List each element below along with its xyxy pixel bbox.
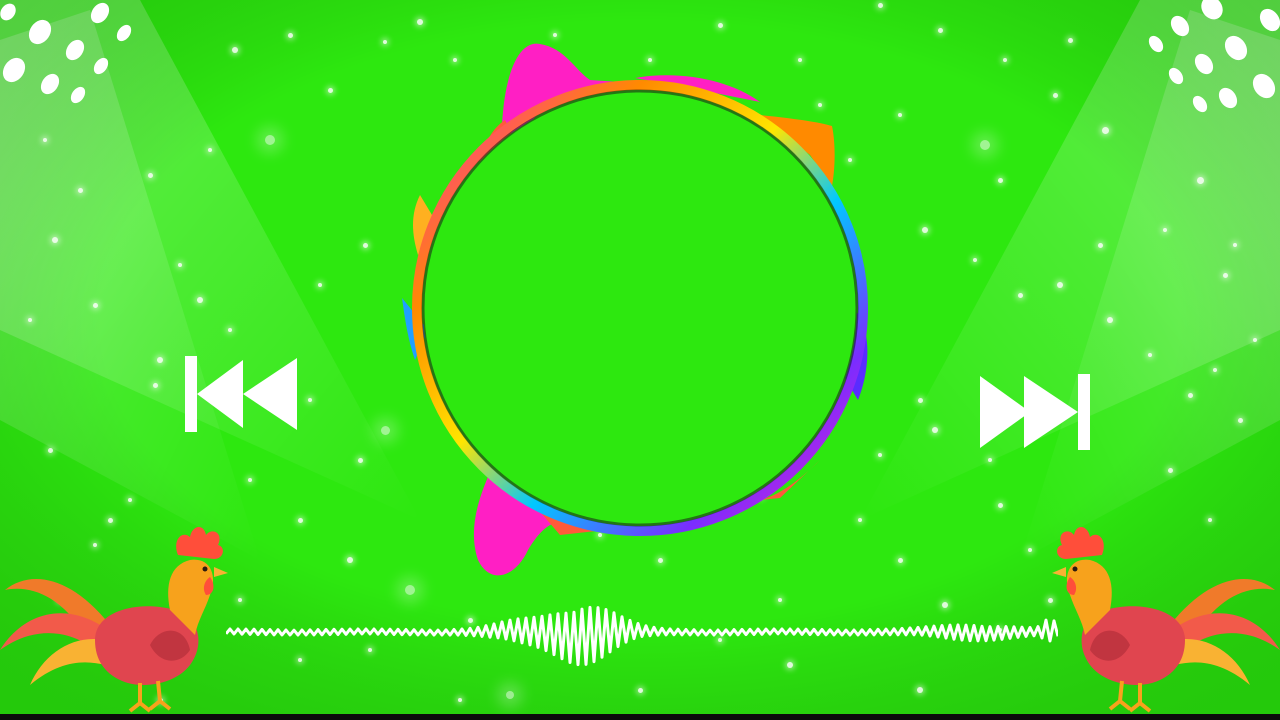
sparkle — [417, 19, 423, 25]
circular-audio-visualizer — [402, 43, 868, 576]
sparkle — [228, 328, 232, 332]
sparkle — [92, 302, 98, 308]
sparkle — [147, 172, 153, 178]
sparkle — [1107, 317, 1113, 323]
sparkle — [265, 135, 275, 145]
sparkle — [157, 357, 163, 363]
sparkle — [362, 242, 368, 248]
sparkle — [1167, 467, 1173, 473]
sparkle — [77, 187, 83, 193]
sparkle — [917, 687, 923, 693]
sparkle — [1222, 272, 1228, 278]
sparkle — [458, 698, 462, 702]
rewind-icon[interactable] — [185, 356, 300, 432]
sparkle — [997, 177, 1003, 183]
sparkle — [318, 283, 322, 287]
sparkle — [1052, 92, 1058, 98]
sparkle — [932, 427, 938, 433]
visualizer-center — [421, 89, 859, 527]
sparkle — [917, 397, 923, 403]
sparkle — [980, 140, 990, 150]
bottom-edge — [0, 714, 1280, 720]
music-visualizer-frame — [0, 0, 1280, 720]
sparkle — [1017, 292, 1023, 298]
sparkle — [52, 237, 58, 243]
sparkle — [208, 148, 212, 152]
sparkle — [357, 457, 363, 463]
sparkle — [327, 87, 333, 93]
sparkle — [128, 498, 132, 502]
sparkle — [28, 318, 32, 322]
sparkle — [973, 258, 977, 262]
sparkle — [1233, 243, 1237, 247]
sparkle — [248, 478, 252, 482]
sparkle — [637, 687, 643, 693]
sparkle — [47, 447, 53, 453]
sparkle — [1187, 392, 1193, 398]
sparkle — [297, 517, 303, 523]
sparkle — [347, 557, 353, 563]
sparkle — [1097, 242, 1103, 248]
sparkle — [1237, 417, 1243, 423]
sparkle — [1028, 548, 1032, 552]
sparkle — [232, 47, 238, 53]
sparkle — [922, 227, 928, 233]
sparkle — [1057, 282, 1063, 288]
sparkle — [197, 297, 203, 303]
sparkle — [1101, 126, 1109, 134]
sparkle — [178, 263, 182, 267]
sparkle — [287, 32, 293, 38]
sparkle — [308, 398, 312, 402]
sparkle — [43, 138, 47, 142]
sound-wave — [226, 605, 1058, 667]
sparkle — [937, 27, 943, 33]
sparkle — [1196, 176, 1204, 184]
spotlight-icon — [1148, 0, 1280, 113]
sparkle — [1253, 338, 1257, 342]
sparkle — [152, 382, 158, 388]
sparkle — [997, 502, 1003, 508]
rooster-icon — [0, 526, 228, 713]
sparkle — [1213, 368, 1217, 372]
sparkle — [1163, 228, 1167, 232]
sparkle — [988, 458, 992, 462]
sparkle — [717, 22, 723, 28]
sparkle — [877, 2, 883, 8]
sparkle — [1148, 353, 1152, 357]
sparkle — [1003, 58, 1007, 62]
spotlight-icon — [0, 2, 132, 104]
rooster-icon — [1052, 526, 1280, 713]
sparkle — [506, 691, 514, 699]
sparkle — [1067, 37, 1073, 43]
fast-forward-icon[interactable] — [978, 374, 1093, 450]
